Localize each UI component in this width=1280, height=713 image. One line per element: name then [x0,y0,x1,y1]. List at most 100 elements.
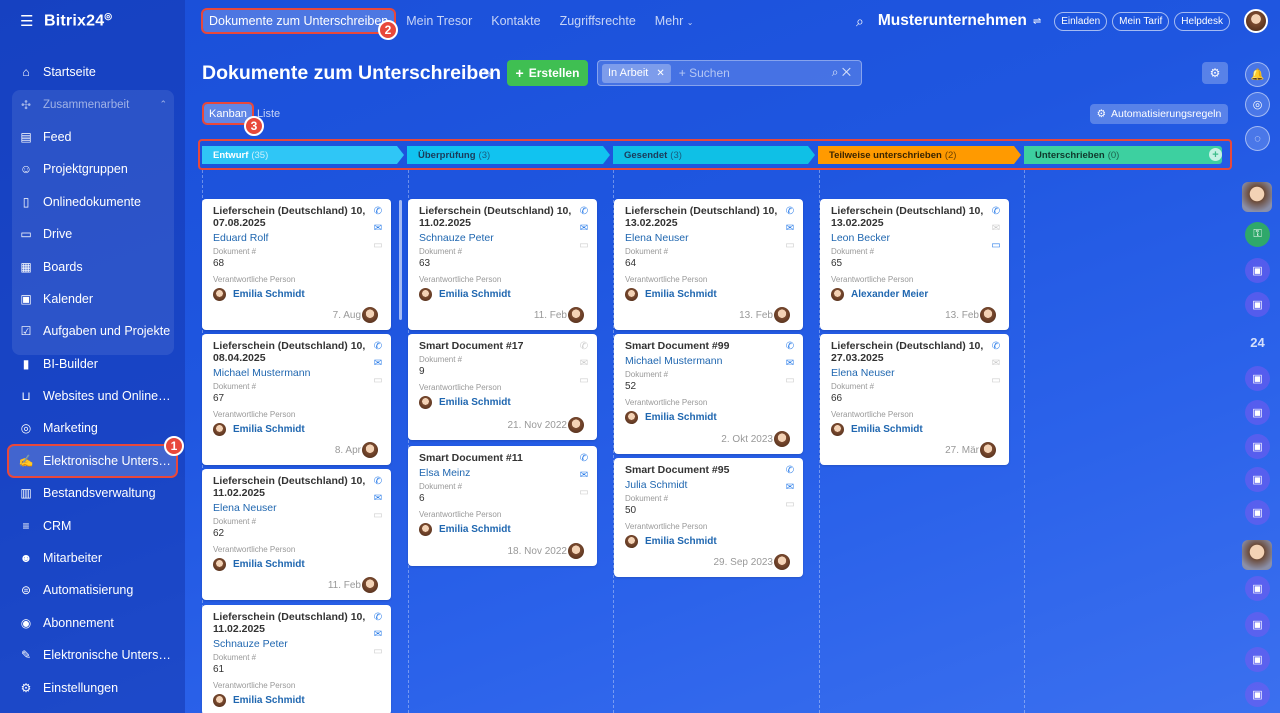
avatar[interactable] [362,577,378,593]
phone-icon[interactable]: ✆ [580,453,588,470]
card-responsible[interactable]: Emilia Schmidt [419,288,587,301]
card-responsible[interactable]: Emilia Schmidt [831,423,999,436]
card-client[interactable]: Eduard Rolf [213,232,381,244]
invite-button[interactable]: Einladen [1054,11,1108,31]
card-title[interactable]: Smart Document #99 [625,340,780,352]
sidebar-item-6[interactable]: ▦ Boards [0,250,185,282]
card-title[interactable]: Lieferschein (Deutschland) 10, 13.02.202… [625,205,780,229]
sidebar-item-14[interactable]: ≡ CRM [0,509,185,541]
pin-icon[interactable]: ✎ [483,67,493,81]
avatar[interactable] [362,307,378,323]
card-title[interactable]: Smart Document #95 [625,464,780,476]
sidebar-item-0[interactable]: ⌂ Startseite [0,56,185,88]
avatar[interactable] [980,307,996,323]
card-title[interactable]: Lieferschein (Deutschland) 10, 11.02.202… [213,475,368,499]
avatar[interactable] [774,554,790,570]
deal-card[interactable]: Lieferschein (Deutschland) 10, 11.02.202… [202,469,391,600]
avatar[interactable] [774,431,790,447]
comment-icon[interactable]: ▭ [373,375,382,392]
tab-mehr[interactable]: Mehr ⌄ [655,14,694,28]
tab-dokumente[interactable]: Dokumente zum Unterschreiben [200,8,397,34]
card-client[interactable]: Leon Becker [831,232,999,244]
sidebar-item-1[interactable]: ✣ Zusammenarbeit ⌃ [0,88,185,120]
mail-icon[interactable]: ✉ [580,223,588,240]
deal-card[interactable]: Lieferschein (Deutschland) 10, 27.03.202… [820,334,1009,465]
stage-2[interactable]: Gesendet (3) [613,146,815,164]
app-icon[interactable]: ▣ [1245,612,1270,637]
card-responsible[interactable]: Emilia Schmidt [625,411,793,424]
stage-4[interactable]: Unterschrieben (0) [1024,146,1222,164]
app-icon[interactable]: ▣ [1245,434,1270,459]
card-client[interactable]: Elena Neuser [625,232,793,244]
card-responsible[interactable]: Emilia Schmidt [213,423,381,436]
avatar[interactable] [568,307,584,323]
search-clear-icon[interactable]: ⌕ ✕ [832,65,851,80]
sidebar-item-11[interactable]: ◎ Marketing [0,412,185,444]
mail-icon[interactable]: ✉ [580,470,588,487]
settings-toggle-icon[interactable]: ⇌ [1033,16,1041,27]
avatar[interactable] [774,307,790,323]
deal-card[interactable]: Lieferschein (Deutschland) 10, 07.08.202… [202,199,391,330]
logo[interactable]: Bitrix24◎ [44,11,112,30]
mail-icon[interactable]: ✉ [786,482,794,499]
app-icon[interactable]: ▣ [1245,366,1270,391]
sidebar-item-2[interactable]: ▤ Feed [0,121,185,153]
sidebar-item-7[interactable]: ▣ Kalender [0,283,185,315]
phone-icon[interactable]: ✆ [374,476,382,493]
chat-icon[interactable]: ◌ [1245,126,1270,151]
mail-icon[interactable]: ✉ [786,223,794,240]
sidebar-item-17[interactable]: ◉ Abonnement [0,607,185,639]
tariff-button[interactable]: Mein Tarif [1112,11,1170,31]
deal-card[interactable]: Smart Document #11 Elsa Meinz Dokument # 6 V… [408,446,597,566]
sidebar-item-10[interactable]: ⊔ Websites und Onlineshops [0,380,185,412]
card-client[interactable]: Schnauze Peter [213,638,381,650]
card-client[interactable]: Schnauze Peter [419,232,587,244]
search-input[interactable]: + Suchen [679,66,730,80]
column-scrollbar[interactable] [399,200,402,320]
app-icon[interactable]: ▣ [1245,258,1270,283]
helpdesk-button[interactable]: Helpdesk [1174,11,1230,31]
comment-icon[interactable]: ▭ [785,375,794,392]
sidebar-item-19[interactable]: ⚙ Einstellungen [0,671,185,703]
avatar[interactable] [980,442,996,458]
mail-icon[interactable]: ✉ [992,223,1000,240]
sidebar-item-8[interactable]: ☑ Aufgaben und Projekte [0,315,185,347]
phone-icon[interactable]: ✆ [992,206,1000,223]
avatar[interactable] [568,543,584,559]
card-client[interactable]: Julia Schmidt [625,479,793,491]
comment-icon[interactable]: ▭ [579,487,588,504]
bell-icon[interactable]: 🔔 [1245,62,1270,87]
create-button[interactable]: + Erstellen [507,60,588,86]
card-client[interactable]: Elena Neuser [213,502,381,514]
sidebar-item-12[interactable]: ✍ Elektronische Unterschrift [7,443,178,479]
phone-icon[interactable]: ✆ [786,465,794,482]
card-responsible[interactable]: Emilia Schmidt [213,694,381,707]
search-icon[interactable]: ⌕ [856,13,864,30]
sidebar-item-5[interactable]: ▭ Drive [0,218,185,250]
card-title[interactable]: Lieferschein (Deutschland) 10, 13.02.202… [831,205,986,229]
company-name[interactable]: Musterunternehmen [878,12,1027,30]
mail-icon[interactable]: ✉ [374,358,382,375]
filter-chip[interactable]: In Arbeit ✕ [602,63,671,83]
card-responsible[interactable]: Emilia Schmidt [625,288,793,301]
card-responsible[interactable]: Emilia Schmidt [213,558,381,571]
deal-card[interactable]: Lieferschein (Deutschland) 10, 13.02.202… [614,199,803,330]
card-title[interactable]: Smart Document #17 [419,340,574,352]
user-avatar[interactable] [1242,182,1272,212]
automation-button[interactable]: ⚙ Automatisierungsregeln [1090,104,1228,124]
card-client[interactable]: Michael Mustermann [625,355,793,367]
sidebar-item-3[interactable]: ☺ Projektgruppen [0,153,185,185]
sidebar-item-16[interactable]: ⊜ Automatisierung [0,574,185,606]
deal-card[interactable]: Lieferschein (Deutschland) 10, 13.02.202… [820,199,1009,330]
card-title[interactable]: Lieferschein (Deutschland) 10, 11.02.202… [419,205,574,229]
24-icon[interactable]: 24 [1245,330,1270,355]
user-avatar[interactable] [1244,9,1268,33]
comment-icon[interactable]: ▭ [373,240,382,257]
phone-icon[interactable]: ✆ [580,206,588,223]
deal-card[interactable]: Lieferschein (Deutschland) 10, 11.02.202… [408,199,597,330]
sidebar-item-9[interactable]: ▮ BI-Builder [0,348,185,380]
card-responsible[interactable]: Emilia Schmidt [213,288,381,301]
stage-1[interactable]: Überprüfung (3) [407,146,610,164]
comment-icon[interactable]: ▭ [785,499,794,516]
add-stage-icon[interactable]: + [1209,148,1222,161]
